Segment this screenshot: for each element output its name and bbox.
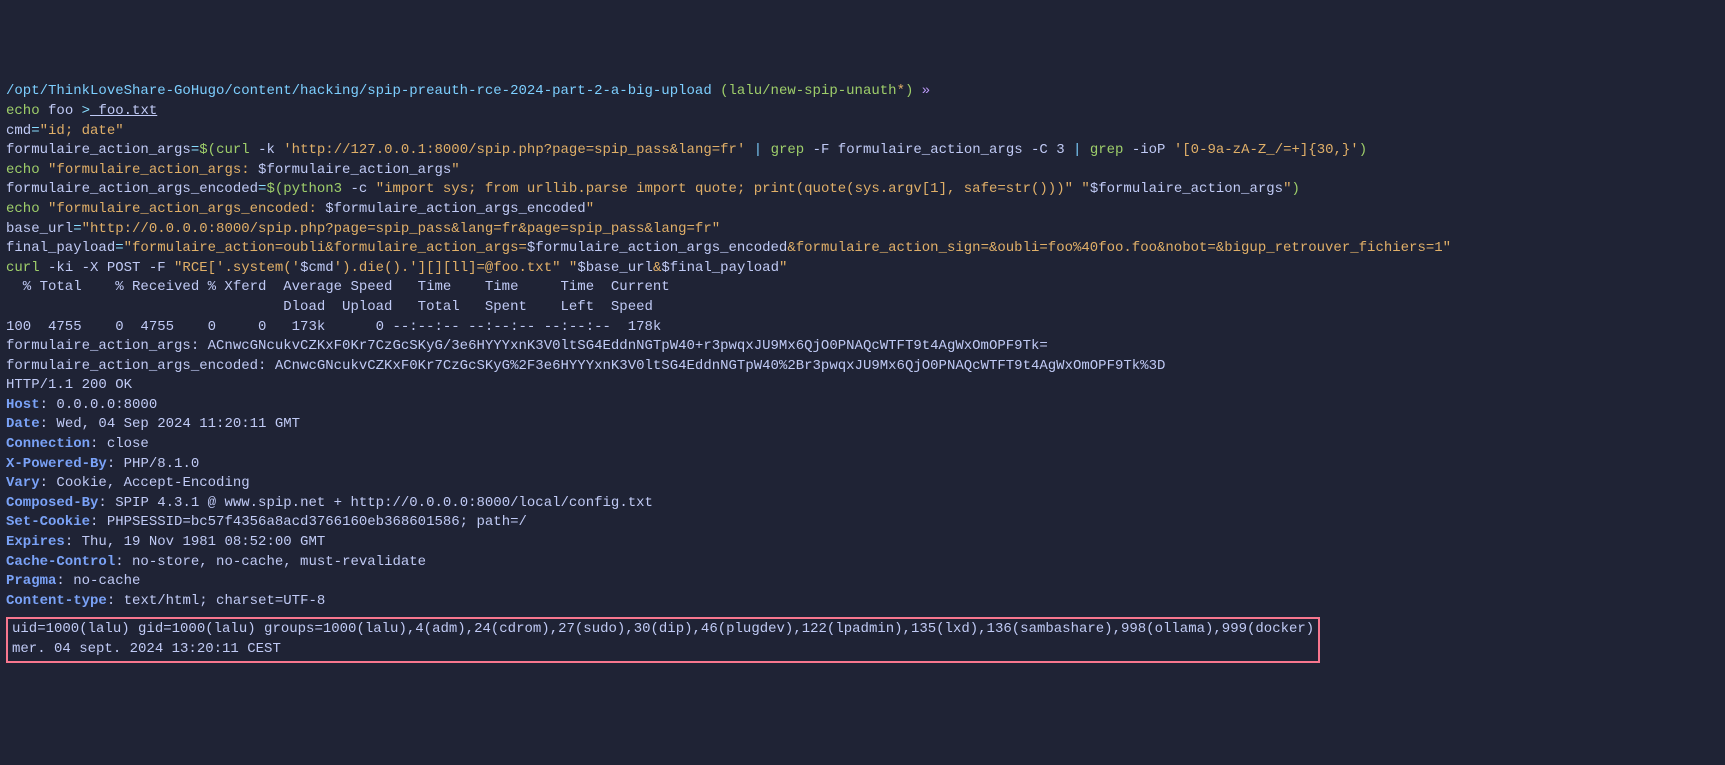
date-output: mer. 04 sept. 2024 13:20:11 CEST	[12, 641, 281, 657]
var-args: formulaire_action_args	[6, 142, 191, 158]
var-base-url: base_url	[6, 221, 73, 237]
cmd-echo: echo	[6, 103, 40, 119]
prompt-arrow: »	[922, 83, 930, 99]
hdr-connection: Connection	[6, 436, 90, 452]
rce-result-highlight: uid=1000(lalu) gid=1000(lalu) groups=100…	[6, 617, 1320, 662]
hdr-host: Host	[6, 397, 40, 413]
terminal-output: /opt/ThinkLoveShare-GoHugo/content/hacki…	[6, 82, 1719, 662]
hdr-content-type: Content-type	[6, 593, 107, 609]
var-final-payload: final_payload	[6, 240, 115, 256]
redirect-file: foo.txt	[90, 103, 157, 119]
hdr-date: Date	[6, 416, 40, 432]
hdr-x-powered-by: X-Powered-By	[6, 456, 107, 472]
git-branch-open: (	[712, 83, 729, 99]
hdr-composed-by: Composed-By	[6, 495, 98, 511]
hdr-cache-control: Cache-Control	[6, 554, 115, 570]
output-args: formulaire_action_args: ACnwcGNcukvCZKxF…	[6, 338, 1048, 354]
id-output: uid=1000(lalu) gid=1000(lalu) groups=100…	[12, 621, 1314, 637]
curl-progress-header: % Total % Received % Xferd Average Speed…	[6, 279, 670, 295]
hdr-vary: Vary	[6, 475, 40, 491]
git-dirty-star: *	[897, 83, 905, 99]
cmd-curl: curl	[6, 260, 40, 276]
git-branch: lalu/new-spip-unauth	[729, 83, 897, 99]
output-args-encoded: formulaire_action_args_encoded: ACnwcGNc…	[6, 358, 1165, 374]
git-branch-close: )	[905, 83, 922, 99]
hdr-expires: Expires	[6, 534, 65, 550]
hdr-set-cookie: Set-Cookie	[6, 514, 90, 530]
cwd-path: /opt/ThinkLoveShare-GoHugo/content/hacki…	[6, 83, 712, 99]
hdr-pragma: Pragma	[6, 573, 56, 589]
var-args-encoded: formulaire_action_args_encoded	[6, 181, 258, 197]
http-status: HTTP/1.1 200 OK	[6, 377, 132, 393]
var-cmd: cmd	[6, 123, 31, 139]
